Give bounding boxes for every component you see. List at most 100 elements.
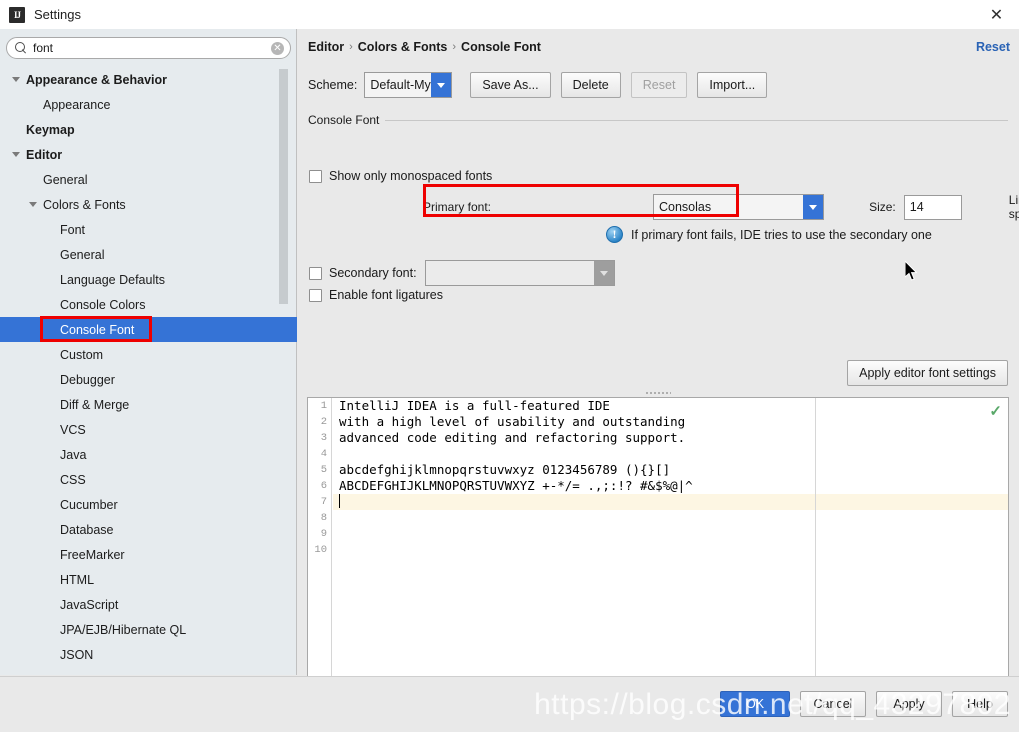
line-number: 1 xyxy=(320,400,327,412)
sidebar-item-appearance-behavior[interactable]: Appearance & Behavior xyxy=(0,67,297,92)
import-button[interactable]: Import... xyxy=(697,72,768,98)
breadcrumb-editor[interactable]: Editor xyxy=(308,40,344,54)
settings-tree[interactable]: Appearance & Behavior Appearance Keymap Edi… xyxy=(0,67,297,675)
font-preview-editor[interactable]: 1 2 3 4 5 6 7 8 9 10 IntelliJ IDEA is a full-feat… xyxy=(307,397,1009,697)
cancel-button[interactable]: Cancel xyxy=(800,691,866,717)
ok-button[interactable]: OK xyxy=(720,691,790,717)
close-icon[interactable]: ✕ xyxy=(974,0,1019,29)
apply-editor-font-settings-button[interactable]: Apply editor font settings xyxy=(847,360,1008,386)
sidebar-item-json[interactable]: JSON xyxy=(0,642,297,667)
secondary-font-combo[interactable] xyxy=(424,260,615,286)
preview-line: with a high level of usability and outst… xyxy=(333,414,1008,430)
footer-buttons: OK Cancel Apply Help xyxy=(720,691,1008,717)
sidebar-item-freemarker[interactable]: FreeMarker xyxy=(0,542,297,567)
line-number: 6 xyxy=(320,480,327,492)
sidebar-item-general[interactable]: General xyxy=(0,167,297,192)
chevron-down-icon[interactable] xyxy=(12,152,20,157)
preview-line-text: abcdefghijklmnopqrstuvwxyz 0123456789 ()… xyxy=(339,462,671,477)
clear-icon[interactable]: ✕ xyxy=(271,41,284,55)
save-as-button[interactable]: Save As... xyxy=(470,72,551,98)
sidebar-item-css[interactable]: CSS xyxy=(0,467,297,492)
sidebar-item-label: Debugger xyxy=(60,372,115,387)
sidebar-item-colors-fonts[interactable]: Colors & Fonts xyxy=(0,192,297,217)
text-caret xyxy=(339,494,340,508)
reset-link[interactable]: Reset xyxy=(976,40,1010,54)
breadcrumb-separator-2: › xyxy=(452,41,457,53)
preview-line-text: ABCDEFGHIJKLMNOPQRSTUVWXYZ +-*/= .,;:!? … xyxy=(339,478,693,493)
line-number: 3 xyxy=(320,432,327,444)
preview-line: ABCDEFGHIJKLMNOPQRSTUVWXYZ +-*/= .,;:!? … xyxy=(333,478,1008,494)
sidebar-item-general[interactable]: General xyxy=(0,242,297,267)
preview-line xyxy=(333,446,1008,462)
secondary-font-info: ! If primary font fails, IDE tries to us… xyxy=(606,226,932,243)
dialog-footer: OK Cancel Apply Help https://blog.csdn.n… xyxy=(0,676,1019,732)
sidebar-item-label: Database xyxy=(60,522,114,537)
sidebar-item-label: Java xyxy=(60,447,87,462)
sidebar-item-console-font[interactable]: Console Font xyxy=(0,317,297,342)
sidebar-scrollbar-thumb[interactable] xyxy=(279,69,288,304)
secondary-font-checkbox[interactable] xyxy=(309,266,322,280)
line-spacing-label: Line spacing: xyxy=(1008,193,1019,221)
search-input[interactable] xyxy=(28,40,271,56)
search-box[interactable]: ✕ xyxy=(6,37,291,59)
help-button[interactable]: Help xyxy=(952,691,1008,717)
sidebar-item-java[interactable]: Java xyxy=(0,442,297,467)
sidebar-item-label: Language Defaults xyxy=(60,272,165,287)
chevron-down-icon[interactable] xyxy=(803,195,824,219)
sidebar-item-label: Colors & Fonts xyxy=(43,197,126,212)
breadcrumb-console-font[interactable]: Console Font xyxy=(461,40,541,54)
sidebar-item-cucumber[interactable]: Cucumber xyxy=(0,492,297,517)
breadcrumb-colors-fonts[interactable]: Colors & Fonts xyxy=(358,40,448,54)
delete-button[interactable]: Delete xyxy=(560,72,621,98)
preview-line xyxy=(333,526,1008,542)
show-monospaced-row[interactable]: Show only monospaced fonts xyxy=(309,169,492,183)
chevron-down-icon[interactable] xyxy=(29,202,37,207)
sidebar-item-jpa-ejb-hibernate-ql[interactable]: JPA/EJB/Hibernate QL xyxy=(0,617,297,642)
green-check-icon: ✓ xyxy=(989,403,1002,420)
ligatures-row[interactable]: Enable font ligatures xyxy=(309,288,443,302)
window-title: Settings xyxy=(34,7,81,22)
sidebar-item-label: JSON xyxy=(60,647,94,662)
sidebar-item-label: Appearance & Behavior xyxy=(26,72,168,87)
chevron-down-icon[interactable] xyxy=(12,77,20,82)
scheme-combo[interactable]: Default-My xyxy=(364,72,453,98)
ligatures-checkbox[interactable] xyxy=(309,288,322,302)
sidebar-item-label: Custom xyxy=(60,347,104,362)
preview-splitter[interactable] xyxy=(307,389,1009,397)
sidebar-item-vcs[interactable]: VCS xyxy=(0,417,297,442)
sidebar-item-label: JavaScript xyxy=(60,597,119,612)
apply-button[interactable]: Apply xyxy=(876,691,942,717)
sidebar-item-database[interactable]: Database xyxy=(0,517,297,542)
preview-line: IntelliJ IDEA is a full-featured IDE xyxy=(333,398,1008,414)
secondary-font-label: Secondary font: xyxy=(329,266,417,280)
sidebar-item-console-colors[interactable]: Console Colors xyxy=(0,292,297,317)
sidebar-item-diff-merge[interactable]: Diff & Merge xyxy=(0,392,297,417)
sidebar-item-language-defaults[interactable]: Language Defaults xyxy=(0,267,297,292)
show-monospaced-checkbox[interactable] xyxy=(309,169,322,183)
sidebar-item-editor[interactable]: Editor xyxy=(0,142,297,167)
scheme-combo-value: Default-My xyxy=(370,78,431,92)
primary-font-combo[interactable]: Consolas xyxy=(653,194,825,220)
info-icon: ! xyxy=(606,226,623,243)
sidebar-item-debugger[interactable]: Debugger xyxy=(0,367,297,392)
size-input[interactable] xyxy=(903,194,962,220)
title-bar: IJ Settings ✕ xyxy=(0,0,1019,29)
sidebar-item-keymap[interactable]: Keymap xyxy=(0,117,297,142)
sidebar-item-html[interactable]: HTML xyxy=(0,567,297,592)
sidebar-item-javascript[interactable]: JavaScript xyxy=(0,592,297,617)
sidebar-item-label: JPA/EJB/Hibernate QL xyxy=(60,622,187,637)
breadcrumb: Editor › Colors & Fonts › Console Font xyxy=(308,40,541,54)
splitter-handle-icon xyxy=(645,391,671,395)
sidebar-item-label: Editor xyxy=(26,147,63,162)
preview-line xyxy=(333,542,1008,558)
preview-line-text: IntelliJ IDEA is a full-featured IDE xyxy=(339,398,610,413)
sidebar-item-appearance[interactable]: Appearance xyxy=(0,92,297,117)
chevron-down-icon[interactable] xyxy=(431,73,452,97)
primary-font-label: Primary font: xyxy=(423,200,492,214)
sidebar-item-custom[interactable]: Custom xyxy=(0,342,297,367)
sidebar-item-font[interactable]: Font xyxy=(0,217,297,242)
sidebar-item-label: Keymap xyxy=(26,122,75,137)
preview-code-area[interactable]: IntelliJ IDEA is a full-featured IDE with… xyxy=(333,398,1008,696)
secondary-font-row[interactable]: Secondary font: xyxy=(309,260,615,286)
line-number: 7 xyxy=(320,496,327,508)
